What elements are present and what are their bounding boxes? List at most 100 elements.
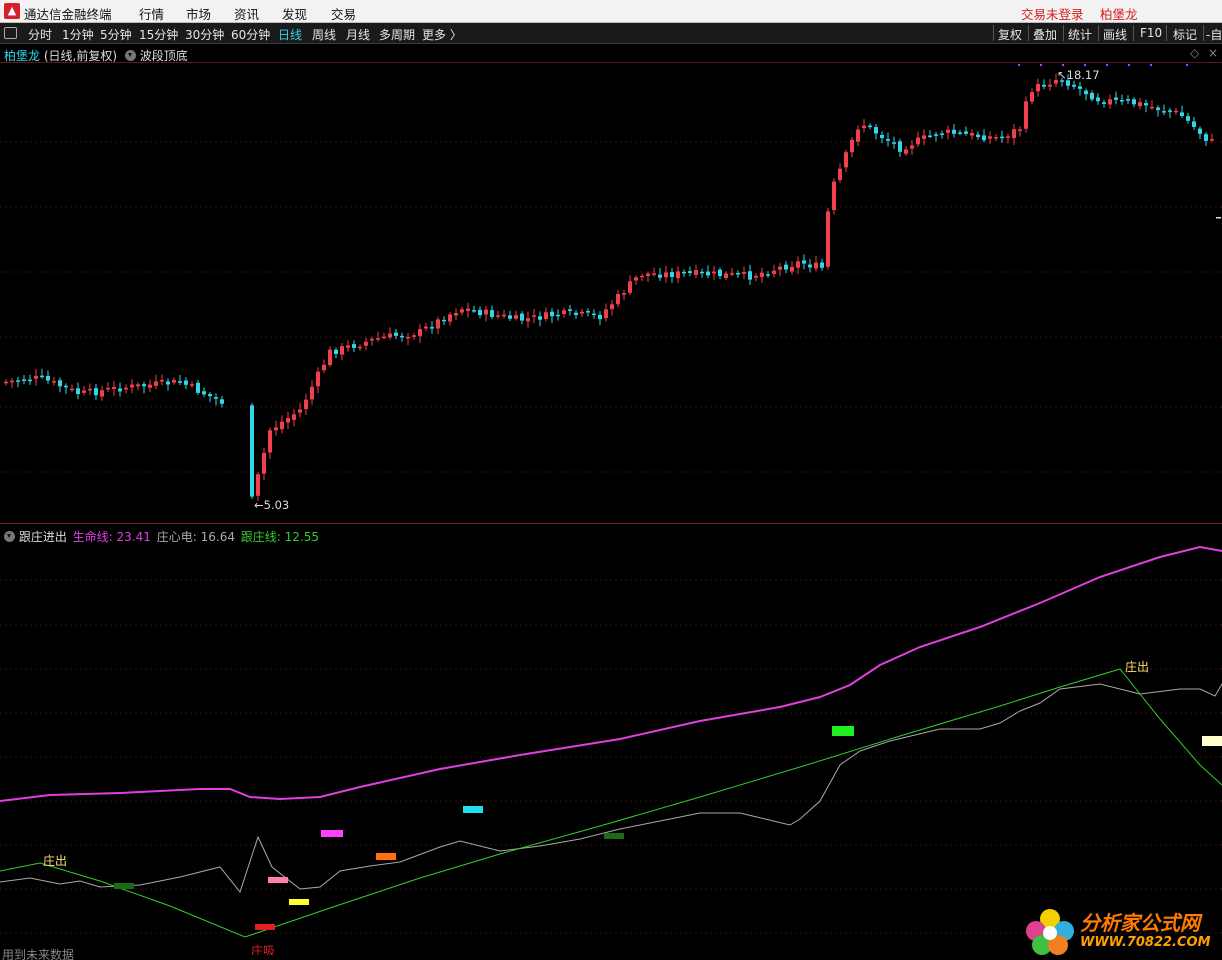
candle-body-down (550, 311, 554, 317)
top-signal-dot (1106, 64, 1108, 66)
follow-line (0, 668, 1222, 938)
candle-body-up (694, 270, 698, 275)
panel-toggle-icon[interactable] (4, 27, 17, 39)
candle-body-down (28, 379, 32, 382)
candle-body-down (1102, 102, 1106, 105)
period-toolbar: 分时 1分钟 5分钟 15分钟 30分钟 60分钟 日线 周线 月线 多周期 更… (0, 23, 1222, 44)
candle-body-up (544, 312, 548, 320)
indicator-chart[interactable]: 庄出庄吸 庄出 (0, 545, 1222, 955)
tab-period-more[interactable]: 更多 〉 (422, 26, 462, 43)
overlay-button[interactable]: 叠加 (1033, 26, 1057, 43)
candle-body-up (562, 310, 566, 315)
candle (304, 393, 308, 415)
sub-indicator-dropdown-icon[interactable] (4, 531, 15, 542)
tab-period-monthly[interactable]: 月线 (346, 26, 370, 43)
candle (1114, 91, 1118, 105)
life-line (0, 545, 1222, 802)
candle (1042, 79, 1046, 90)
candle-body-up (346, 345, 350, 348)
candle (964, 126, 968, 136)
close-icon[interactable]: × (1208, 46, 1218, 60)
candle (862, 119, 866, 133)
candle (280, 415, 284, 434)
candle (10, 378, 14, 389)
indicator-dropdown-icon[interactable] (124, 50, 136, 61)
candle (844, 149, 848, 173)
candle-body-down (1096, 97, 1100, 102)
tab-period-15min[interactable]: 15分钟 (139, 26, 178, 43)
heart-line (0, 683, 1222, 894)
candle-body-down (700, 271, 704, 274)
tab-period-daily[interactable]: 日线 (278, 26, 302, 43)
candle (778, 263, 782, 277)
draw-line-button[interactable]: 画线 (1103, 26, 1127, 43)
candle-body-down (178, 381, 182, 383)
candle-body-up (628, 281, 632, 293)
candle-body-up (154, 381, 158, 386)
candle (358, 344, 362, 352)
tab-period-multi[interactable]: 多周期 (379, 26, 415, 43)
auto-button[interactable]: -自 (1206, 26, 1222, 43)
user-name[interactable]: 柏堡龙 (1100, 4, 1138, 23)
candle (904, 146, 908, 157)
exit-label-right: 庄出 (1125, 659, 1149, 674)
menu-market[interactable]: 市场 (186, 4, 211, 23)
candle (694, 264, 698, 279)
candle-body-up (772, 270, 776, 274)
tab-period-1min[interactable]: 1分钟 (62, 26, 94, 43)
f10-button[interactable]: F10 (1140, 26, 1162, 40)
menu-discover[interactable]: 发现 (282, 4, 307, 23)
candle (826, 208, 830, 270)
candle-body-up (676, 271, 680, 279)
candle-body-up (1006, 136, 1010, 138)
candle (718, 267, 722, 279)
login-status[interactable]: 交易未登录 (1021, 4, 1084, 23)
candle (160, 374, 164, 386)
sub-indicator-name[interactable]: 跟庄进出 (19, 530, 67, 544)
tab-period-weekly[interactable]: 周线 (312, 26, 336, 43)
candle-body-up (622, 293, 626, 295)
heart-line-value: 16.64 (200, 530, 235, 544)
candle (1024, 96, 1028, 133)
tab-period-timeshare[interactable]: 分时 (28, 26, 52, 43)
candle (166, 378, 170, 391)
adjust-button[interactable]: 复权 (998, 26, 1022, 43)
candle (886, 132, 890, 147)
candle-body-up (1174, 110, 1178, 113)
mark-button[interactable]: 标记 (1173, 26, 1197, 43)
menu-trade[interactable]: 交易 (331, 4, 356, 23)
diamond-icon[interactable]: ◇ (1190, 46, 1199, 60)
low-marker: ←5.03 (254, 498, 289, 512)
candle-body-up (1048, 84, 1052, 87)
tab-period-30min[interactable]: 30分钟 (185, 26, 224, 43)
menu-quotes[interactable]: 行情 (139, 4, 164, 23)
candle-body-up (466, 308, 470, 311)
candle-body-up (1138, 102, 1142, 107)
candlestick-chart[interactable]: ←5.03 ↖18.17 (0, 62, 1222, 524)
candle-body-up (328, 349, 332, 365)
candle (262, 448, 266, 481)
candle (52, 376, 56, 386)
candle (1192, 116, 1196, 130)
tab-period-60min[interactable]: 60分钟 (231, 26, 270, 43)
candle (676, 266, 680, 284)
candle (208, 392, 212, 402)
candle-body-down (952, 129, 956, 134)
candle (1090, 90, 1094, 102)
candle (868, 123, 872, 130)
main-indicator-name[interactable]: 波段顶底 (140, 49, 188, 63)
candle (1198, 126, 1202, 139)
candle-body-up (946, 129, 950, 133)
candle-body-down (706, 271, 710, 276)
candle-body-up (4, 381, 8, 384)
stats-button[interactable]: 统计 (1068, 26, 1092, 43)
chart-mode: (日线,前复权) (43, 49, 118, 63)
candle (490, 305, 494, 320)
tab-period-5min[interactable]: 5分钟 (100, 26, 132, 43)
candle (142, 381, 146, 394)
candle (532, 309, 536, 324)
menu-news[interactable]: 资讯 (234, 4, 259, 23)
candle (502, 309, 506, 319)
candle (952, 124, 956, 138)
candle-body-up (262, 452, 266, 474)
